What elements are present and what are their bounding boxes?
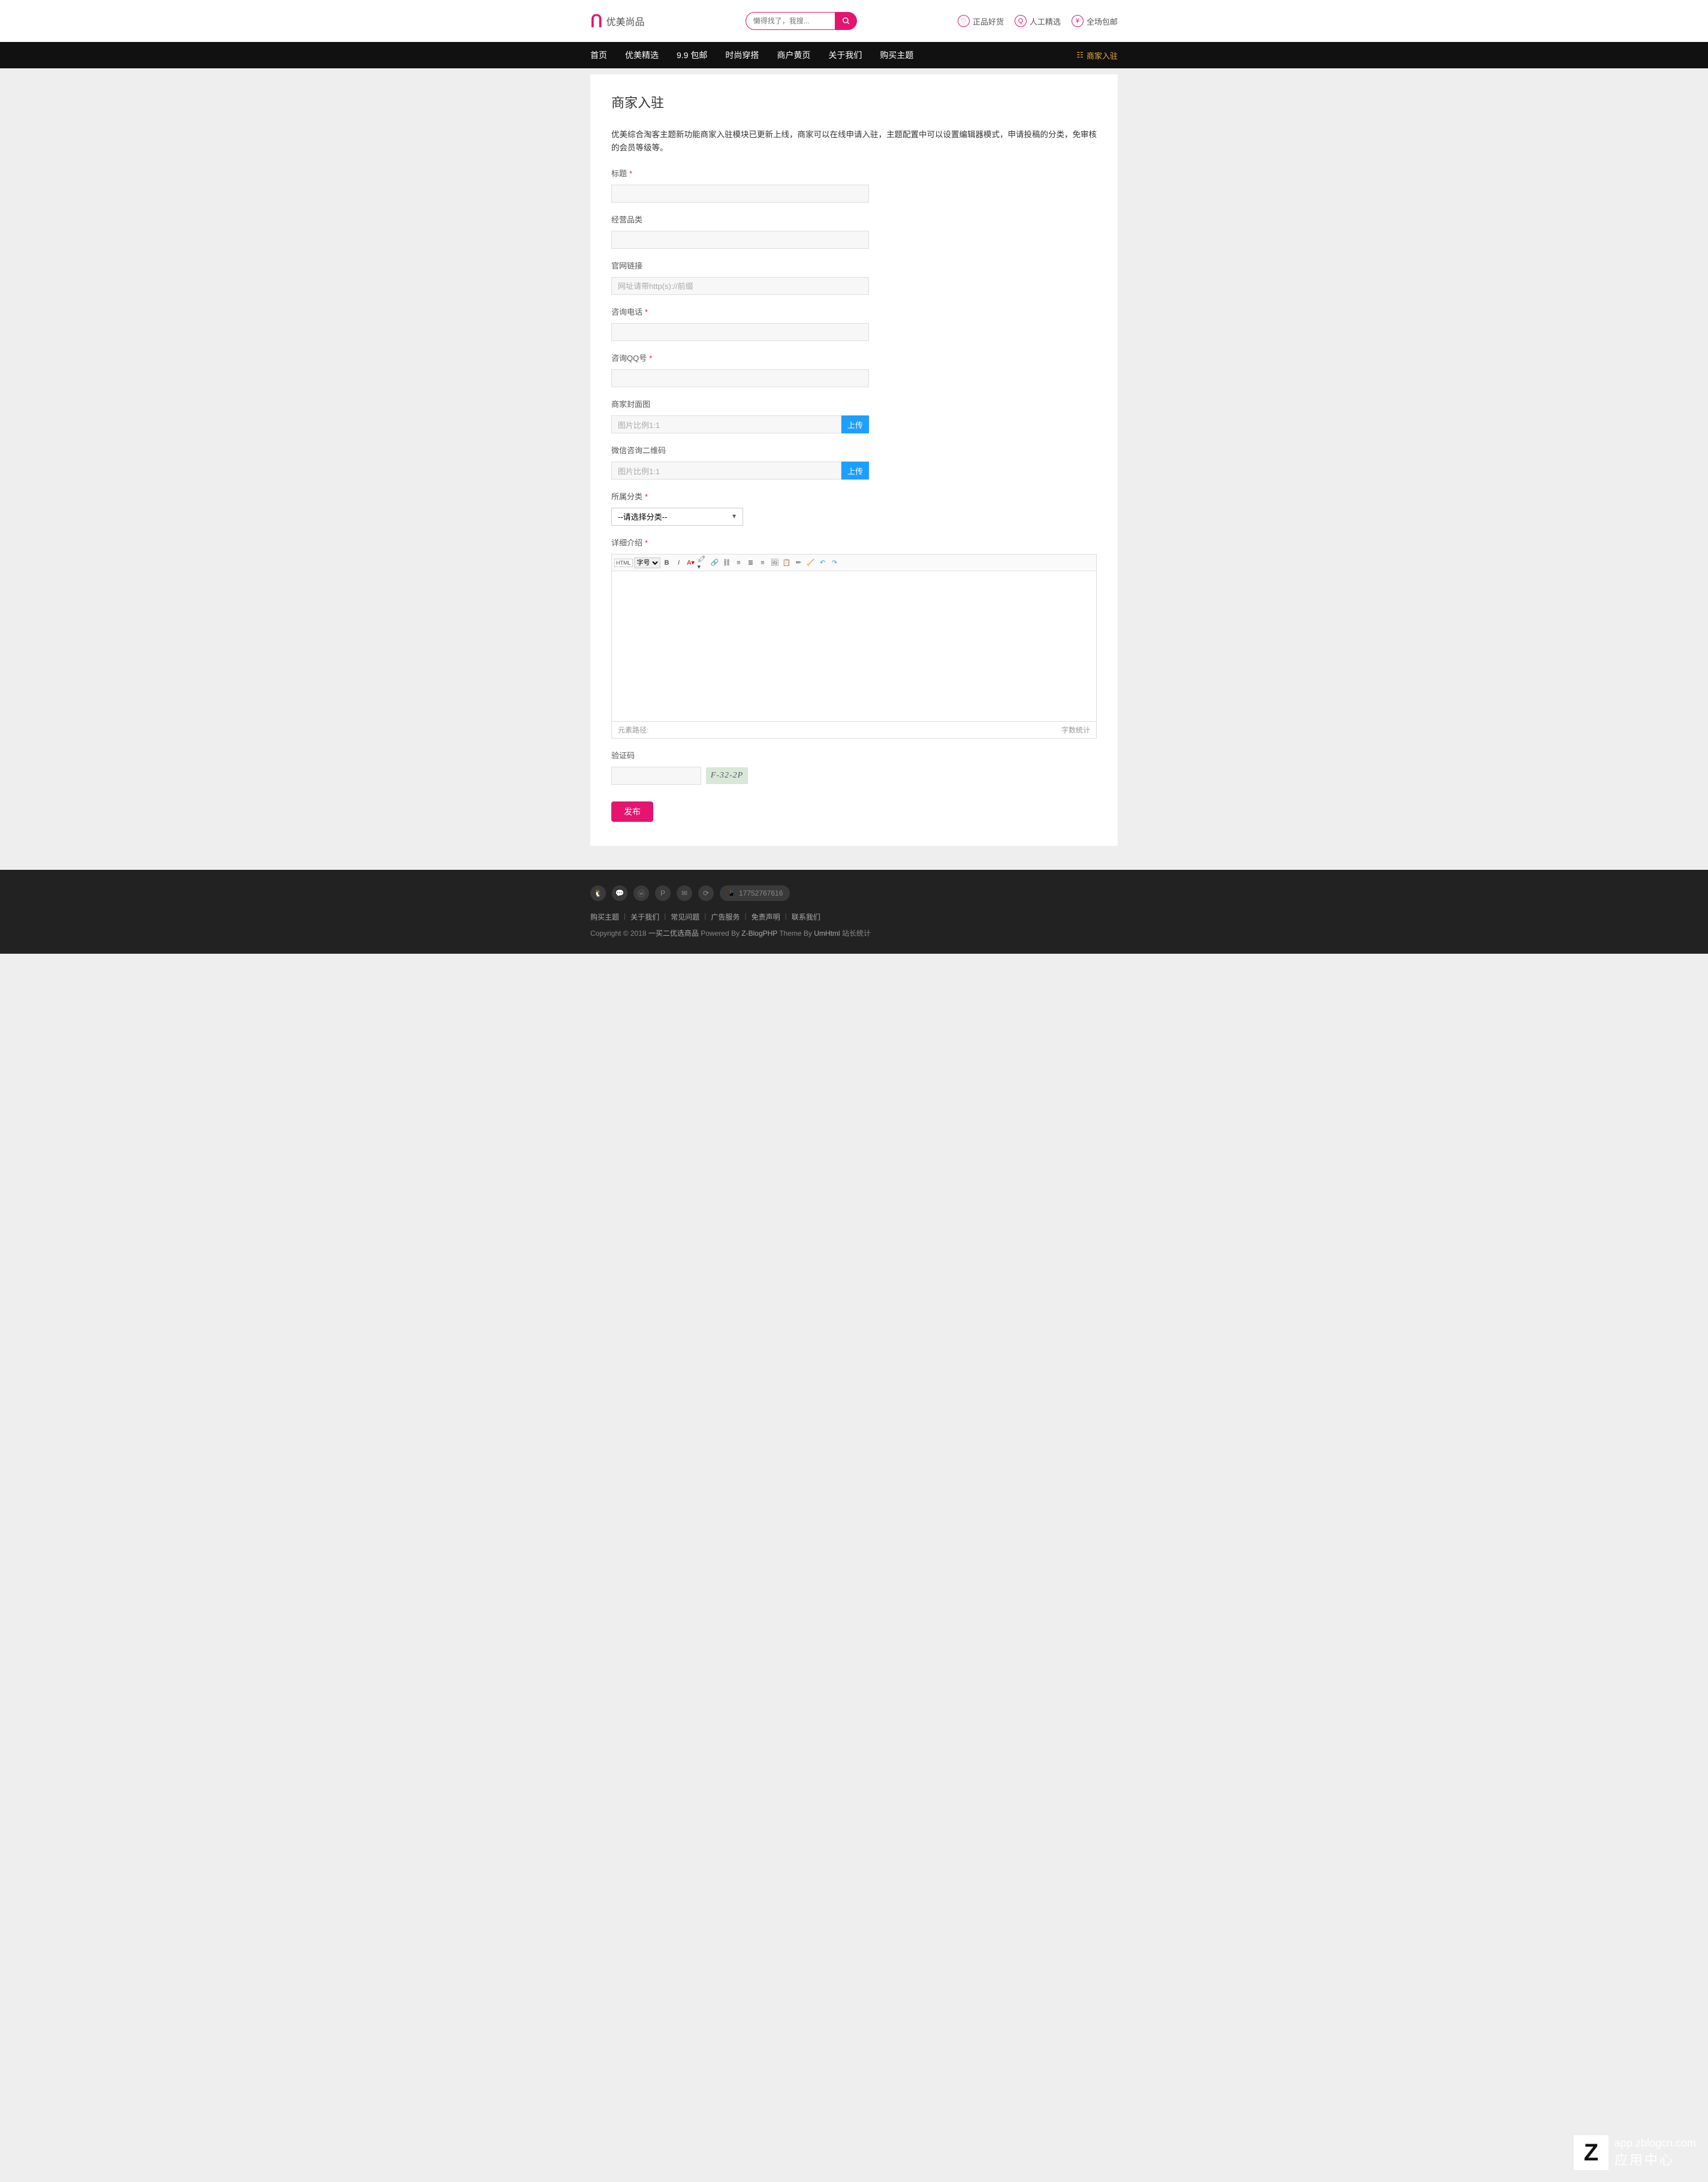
mail-icon[interactable]: ✉: [677, 885, 692, 901]
cover-path-display: 图片比例1:1: [611, 415, 841, 433]
watermark-text: 应用中心: [1615, 2150, 1696, 2169]
theme-link[interactable]: UmHtml: [814, 929, 840, 938]
watermark-url: app.zblogcn.com: [1615, 2137, 1696, 2150]
watermark-logo: Z: [1574, 2135, 1609, 2170]
package-icon: ¥: [1072, 15, 1084, 27]
logo-text: 优美尚品: [606, 14, 645, 28]
tb-bold-button[interactable]: B: [662, 557, 672, 568]
tb-bgcolor-button[interactable]: 🖍▾: [698, 557, 708, 568]
label-website: 官网链接: [611, 260, 1097, 271]
logo-icon: ᑎ: [590, 11, 603, 31]
search-box: [746, 12, 857, 30]
tb-redo-button[interactable]: ↷: [829, 557, 840, 568]
tb-align-left-button[interactable]: ≡: [734, 557, 744, 568]
wechat-icon[interactable]: 💬: [612, 885, 627, 901]
pinterest-icon[interactable]: P: [655, 885, 671, 901]
copyright: Copyright © 2018 一买二优选商品 Powered By Z-Bl…: [590, 928, 1118, 938]
label-class: 所属分类*: [611, 490, 1097, 502]
search-icon: [842, 17, 850, 25]
input-website[interactable]: [611, 277, 869, 295]
label-detail: 详细介绍*: [611, 537, 1097, 548]
nav-merchants[interactable]: 商户黄页: [777, 49, 810, 61]
header-link-quality[interactable]: ♡ 正品好货: [958, 15, 1004, 27]
editor-textarea[interactable]: [612, 571, 1096, 721]
nav-featured[interactable]: 优美精选: [625, 49, 659, 61]
input-qq[interactable]: [611, 369, 869, 387]
tb-fontsize-select[interactable]: 字号: [634, 557, 660, 568]
nav-about[interactable]: 关于我们: [828, 49, 862, 61]
label-phone: 咨询电话*: [611, 306, 1097, 317]
select-class[interactable]: --请选择分类--: [611, 508, 743, 526]
input-captcha[interactable]: [611, 767, 701, 785]
footer-link-about[interactable]: 关于我们: [630, 912, 659, 922]
tb-align-center-button[interactable]: ≣: [746, 557, 756, 568]
editor-wordcount[interactable]: 字数统计: [1061, 725, 1090, 735]
page-intro: 优美综合淘客主题新功能商家入驻模块已更新上线，商家可以在线申请入驻，主题配置中可…: [611, 128, 1097, 154]
editor-path: 元素路径:: [618, 725, 648, 735]
footer-links: 购买主题| 关于我们| 常见问题| 广告服务| 免责声明| 联系我们: [590, 912, 1118, 922]
site-name-link[interactable]: 一买二优选商品: [648, 929, 699, 938]
wechat-path-display: 图片比例1:1: [611, 462, 841, 480]
footer-link-ads[interactable]: 广告服务: [711, 912, 740, 922]
label-title: 标题*: [611, 167, 1097, 179]
label-wechat: 微信咨询二维码: [611, 444, 1097, 456]
watermark: Z app.zblogcn.com 应用中心: [1574, 2135, 1696, 2170]
tb-paste-button[interactable]: 📋: [781, 557, 792, 568]
footer-link-buy[interactable]: 购买主题: [590, 912, 619, 922]
tb-image-button[interactable]: 🖼: [769, 557, 780, 568]
input-phone[interactable]: [611, 323, 869, 341]
label-captcha: 验证码: [611, 749, 1097, 761]
header-link-shipping[interactable]: ¥ 全场包邮: [1072, 15, 1118, 27]
tb-clear-button[interactable]: ✏: [793, 557, 804, 568]
search-input[interactable]: [746, 12, 835, 30]
header-links: ♡ 正品好货 Q 人工精选 ¥ 全场包邮: [958, 15, 1118, 27]
editor-toolbar: HTML 字号 B I A▾ 🖍▾ 🔗 ⛓ ≡ ≣ ≡ 🖼 📋 ✏ 🧹 ↶ ↷: [612, 554, 1096, 571]
nav-home[interactable]: 首页: [590, 49, 607, 61]
label-category: 经营品类: [611, 213, 1097, 225]
label-cover: 商家封面图: [611, 398, 1097, 409]
rich-editor: HTML 字号 B I A▾ 🖍▾ 🔗 ⛓ ≡ ≣ ≡ 🖼 📋 ✏ 🧹 ↶ ↷: [611, 554, 1097, 739]
tb-unlink-button[interactable]: ⛓: [722, 557, 732, 568]
captcha-image[interactable]: F-32-2P: [706, 767, 748, 784]
tb-format-button[interactable]: 🧹: [805, 557, 816, 568]
upload-wechat-button[interactable]: 上传: [841, 462, 869, 480]
search-button[interactable]: [835, 12, 857, 30]
tb-italic-button[interactable]: I: [674, 557, 684, 568]
nav-merchant-register[interactable]: ☷ 商家入驻: [1076, 50, 1118, 61]
logo[interactable]: ᑎ 优美尚品: [590, 11, 645, 31]
input-category[interactable]: [611, 231, 869, 249]
footer-link-disclaimer[interactable]: 免责声明: [752, 912, 780, 922]
footer-link-faq[interactable]: 常见问题: [671, 912, 699, 922]
rss-icon[interactable]: ⟳: [698, 885, 714, 901]
page-title: 商家入驻: [611, 92, 1097, 111]
phone-badge[interactable]: 📱 17752767616: [720, 885, 790, 901]
tb-align-right-button[interactable]: ≡: [758, 557, 768, 568]
social-row: 🐧 💬 ⓦ P ✉ ⟳ 📱 17752767616: [590, 885, 1118, 901]
input-title[interactable]: [611, 185, 869, 203]
phone-icon: 📱: [727, 889, 736, 897]
qq-icon[interactable]: 🐧: [590, 885, 606, 901]
tb-html-button[interactable]: HTML: [614, 559, 633, 567]
heart-icon: ♡: [958, 15, 970, 27]
store-icon: ☷: [1076, 50, 1084, 60]
weibo-icon[interactable]: ⓦ: [633, 885, 649, 901]
footer-link-contact[interactable]: 联系我们: [792, 912, 820, 922]
tb-undo-button[interactable]: ↶: [817, 557, 828, 568]
nav-fashion[interactable]: 时尚穿搭: [725, 49, 759, 61]
zblog-link[interactable]: Z-BlogPHP: [741, 929, 777, 938]
upload-cover-button[interactable]: 上传: [841, 415, 869, 433]
tb-link-button[interactable]: 🔗: [710, 557, 720, 568]
header-link-curated[interactable]: Q 人工精选: [1015, 15, 1061, 27]
label-qq: 咨询QQ号*: [611, 352, 1097, 363]
magnify-icon: Q: [1015, 15, 1027, 27]
nav-deals[interactable]: 9.9 包邮: [677, 49, 707, 61]
nav-menu: 首页 优美精选 9.9 包邮 时尚穿搭 商户黄页 关于我们 购买主题: [590, 49, 913, 61]
nav-buy-theme[interactable]: 购买主题: [880, 49, 913, 61]
submit-button[interactable]: 发布: [611, 801, 653, 822]
tb-fontcolor-button[interactable]: A▾: [686, 557, 696, 568]
